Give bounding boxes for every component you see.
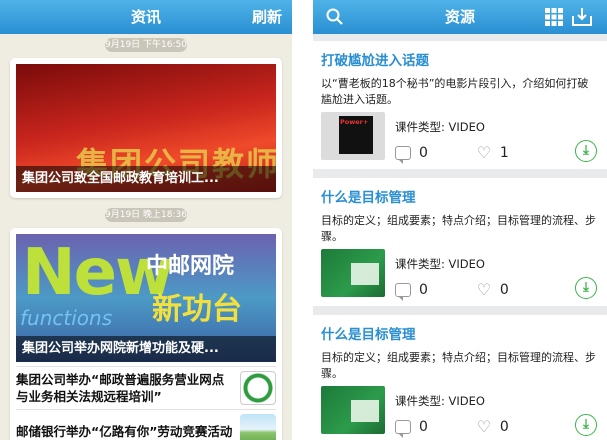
list-item[interactable]: 集团公司举办“邮政普遍服务营业网点与业务相关法规远程培训” — [16, 366, 276, 409]
course-description: 以“曹老板的18个秘书”的电影片段引入，介绍如何打破尴尬进入话题。 — [321, 77, 589, 106]
thumbnail-art — [351, 263, 379, 285]
resources-screen: 资源 打破尴尬进入话题 以“曹老板的18个秘书”的电影片段引入，介绍如何打破尴尬… — [313, 0, 607, 440]
news-card[interactable]: 集团公司教师 集团公司致全国邮政教育培训工... — [10, 58, 282, 198]
course-title[interactable]: 什么是目标管理 — [321, 186, 598, 208]
news-card[interactable]: New functions 中邮网院 新功台 集团公司举办网院新增功能及硬...… — [10, 228, 282, 440]
course-thumbnail[interactable]: Power+ — [321, 112, 385, 160]
resources-navbar: 资源 — [313, 0, 607, 34]
course-title[interactable]: 什么是目标管理 — [321, 323, 598, 345]
banner-art-subtitle: 新功台 — [152, 292, 242, 327]
grid-icon[interactable] — [544, 7, 564, 32]
course-card[interactable]: 什么是目标管理 目标的定义；组成要素；特点介绍；目标管理的流程、步骤。 课件类型… — [313, 315, 607, 440]
heart-icon[interactable]: ♡ — [476, 419, 492, 435]
comment-count: 0 — [419, 282, 428, 298]
list-item-title: 邮储银行举办“亿路有你”劳动竞赛活动 — [16, 423, 233, 439]
comment-count: 0 — [419, 145, 428, 161]
news-screen: 资讯 刷新 9月19日 下午16:50 集团公司教师 集团公司致全国邮政教育培训… — [0, 0, 292, 440]
timestamp-badge: 9月19日 下午16:50 — [105, 38, 187, 52]
course-stats: 0 ♡ 1 — [395, 145, 509, 164]
course-title[interactable]: 打破尴尬进入话题 — [321, 49, 598, 71]
course-description: 目标的定义；组成要素；特点介绍；目标管理的流程、步骤。 — [321, 214, 596, 243]
comment-icon[interactable] — [395, 146, 411, 164]
course-thumbnail[interactable] — [321, 386, 385, 434]
download-icon[interactable]: ⤓ — [575, 414, 597, 436]
comment-count: 0 — [419, 419, 428, 435]
road-image-icon — [240, 414, 276, 440]
refresh-button[interactable]: 刷新 — [252, 0, 282, 34]
banner-caption: 集团公司举办网院新增功能及硬... — [16, 336, 276, 362]
course-type: 课件类型: VIDEO — [395, 257, 485, 271]
banner-caption: 集团公司致全国邮政教育培训工... — [16, 166, 276, 192]
course-thumbnail[interactable] — [321, 249, 385, 297]
download-tray-icon[interactable] — [571, 7, 593, 32]
timestamp-badge: 9月19日 晚上18:36 — [105, 208, 187, 222]
like-count: 1 — [499, 145, 509, 161]
list-item[interactable]: 邮储银行举办“亿路有你”劳动竞赛活动 — [16, 409, 276, 440]
course-card[interactable]: 打破尴尬进入话题 以“曹老板的18个秘书”的电影片段引入，介绍如何打破尴尬进入话… — [313, 41, 607, 169]
news-banner-image[interactable]: 集团公司教师 集团公司致全国邮政教育培训工... — [16, 64, 276, 192]
course-card[interactable]: 什么是目标管理 目标的定义；组成要素；特点介绍；目标管理的流程、步骤。 课件类型… — [313, 178, 607, 306]
download-icon[interactable]: ⤓ — [575, 277, 597, 299]
like-count: 0 — [499, 282, 509, 298]
epcc-logo-icon — [240, 371, 276, 405]
screen-divider — [292, 0, 313, 440]
thumbnail-label: Power+ — [340, 118, 369, 126]
news-banner-image[interactable]: New functions 中邮网院 新功台 集团公司举办网院新增功能及硬... — [16, 234, 276, 362]
heart-icon[interactable]: ♡ — [476, 282, 492, 298]
comment-icon[interactable] — [395, 420, 411, 438]
download-icon[interactable]: ⤓ — [575, 140, 597, 162]
course-type: 课件类型: VIDEO — [395, 394, 485, 408]
banner-art-functions: functions — [20, 306, 113, 330]
heart-icon[interactable]: ♡ — [476, 145, 492, 161]
list-item-title: 集团公司举办“邮政普遍服务营业网点与业务相关法规远程培训” — [16, 372, 225, 404]
course-stats: 0 ♡ 0 — [395, 419, 509, 438]
course-type: 课件类型: VIDEO — [395, 120, 485, 134]
comment-icon[interactable] — [395, 283, 411, 301]
course-description: 目标的定义；组成要素；特点介绍；目标管理的流程、步骤。 — [321, 351, 596, 380]
thumbnail-art — [351, 400, 379, 422]
news-navbar: 资讯 刷新 — [0, 0, 292, 34]
page-title: 资讯 — [130, 8, 161, 26]
banner-art-title: 中邮网院 — [146, 254, 235, 279]
like-count: 0 — [499, 419, 509, 435]
course-stats: 0 ♡ 0 — [395, 282, 509, 301]
